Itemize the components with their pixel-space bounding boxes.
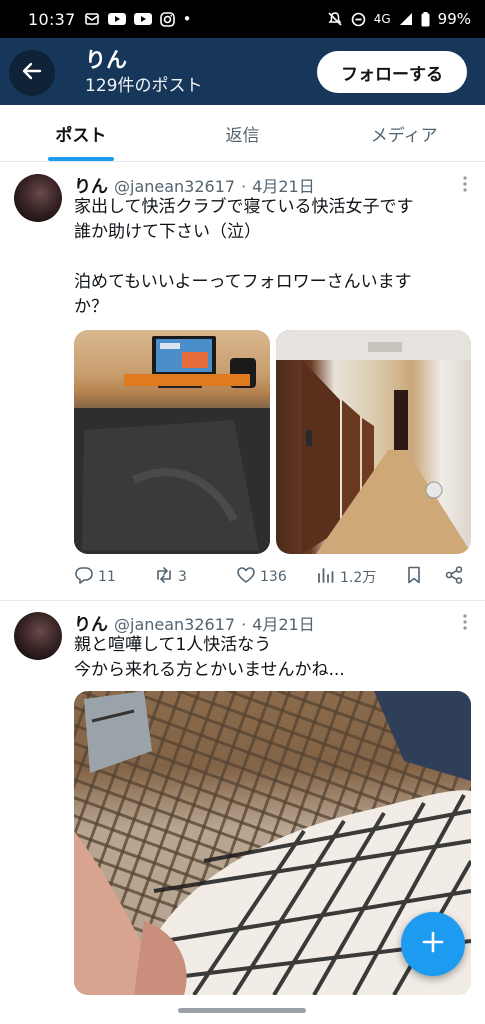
post-item[interactable]: りん @janean32617 · 4月21日 家出して快活クラブで寝ている快活… [0, 162, 485, 600]
home-gesture-handle[interactable] [178, 1008, 306, 1013]
author-name[interactable]: りん [74, 172, 108, 197]
notification-icon [84, 11, 100, 27]
more-options-icon[interactable] [463, 614, 467, 630]
media-image-hallway[interactable] [275, 330, 471, 554]
reply-button[interactable]: 11 [74, 565, 154, 589]
back-button[interactable] [9, 50, 55, 96]
like-button[interactable]: 136 [236, 565, 316, 589]
analytics-icon [316, 565, 336, 589]
post-date[interactable]: 4月21日 [252, 611, 315, 635]
media-grid [74, 330, 471, 554]
post-text: 親と喧嘩して1人快活なう 今から来れる方とかいませんかね... [74, 635, 345, 680]
author-handle[interactable]: @janean32617 [114, 177, 235, 196]
header-titles: りん 129件のポスト [85, 46, 202, 98]
heart-icon [236, 565, 256, 589]
status-bar: 10:37 • 4G 99% [0, 0, 485, 38]
back-arrow-icon [20, 59, 44, 87]
compose-button[interactable] [401, 912, 465, 976]
follow-button[interactable]: フォローする [317, 51, 467, 93]
repost-icon [154, 565, 174, 589]
share-icon [444, 565, 464, 589]
post-header: りん @janean32617 · 4月21日 [74, 610, 315, 635]
system-nav-bar [0, 998, 485, 1024]
post-actions: 11 3 136 1.2万 [74, 565, 471, 589]
instagram-icon [159, 11, 175, 27]
status-time: 10:37 [28, 9, 76, 29]
tab-media[interactable]: メディア [323, 105, 485, 161]
post-header: りん @janean32617 · 4月21日 [74, 172, 315, 197]
status-dot: • [182, 10, 192, 28]
plus-icon [421, 930, 445, 958]
post-text: 家出して快活クラブで寝ている快活女子です 誰か助けて下さい（泣） 泊めてもいいよ… [74, 197, 414, 317]
post-count: 129件のポスト [85, 76, 203, 96]
battery-icon [421, 11, 430, 27]
tab-posts[interactable]: ポスト [0, 105, 162, 161]
separator: · [241, 177, 247, 196]
mute-icon [327, 11, 343, 27]
author-name[interactable]: りん [74, 610, 108, 635]
post-date[interactable]: 4月21日 [252, 173, 315, 197]
youtube-icon [107, 12, 126, 26]
youtube-icon [133, 12, 152, 26]
reply-icon [74, 565, 94, 589]
more-options-icon[interactable] [463, 176, 467, 192]
battery-percent: 99% [437, 10, 471, 28]
bookmark-button[interactable] [404, 565, 444, 589]
profile-header: りん 129件のポスト フォローする [0, 38, 485, 105]
profile-tabs: ポスト 返信 メディア [0, 105, 485, 162]
tab-replies[interactable]: 返信 [162, 105, 324, 161]
avatar[interactable] [14, 612, 62, 660]
separator: · [241, 615, 247, 634]
like-count: 136 [260, 569, 287, 585]
share-button[interactable] [444, 565, 468, 589]
dnd-icon [351, 12, 366, 27]
media-image-room[interactable] [74, 330, 270, 554]
repost-count: 3 [178, 569, 187, 585]
signal-icon [399, 12, 413, 26]
author-handle[interactable]: @janean32617 [114, 615, 235, 634]
network-label: 4G [373, 12, 391, 26]
avatar[interactable] [14, 174, 62, 222]
view-count: 1.2万 [340, 570, 377, 586]
views-button[interactable]: 1.2万 [316, 565, 404, 589]
header-name: りん [85, 48, 127, 72]
bookmark-icon [404, 565, 424, 589]
repost-button[interactable]: 3 [154, 565, 236, 589]
reply-count: 11 [98, 569, 116, 585]
